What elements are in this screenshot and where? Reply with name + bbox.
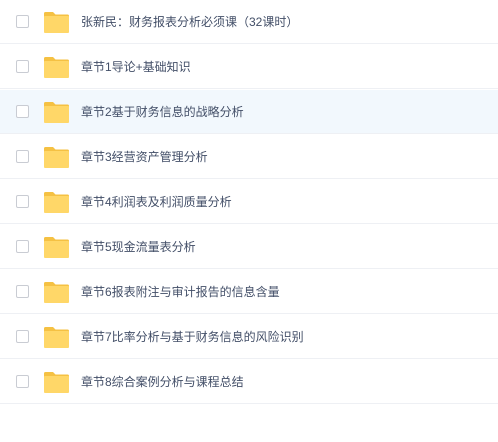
row-checkbox[interactable]: [16, 15, 29, 28]
folder-row[interactable]: 章节7比率分析与基于财务信息的风险识别: [0, 315, 498, 359]
folder-name[interactable]: 张新民：财务报表分析必须课（32课时）: [81, 0, 298, 44]
folder-row[interactable]: 章节3经营资产管理分析: [0, 135, 498, 179]
folder-name[interactable]: 章节1导论+基础知识: [81, 45, 191, 89]
folder-row[interactable]: 章节4利润表及利润质量分析: [0, 180, 498, 224]
folder-row[interactable]: 章节6报表附注与审计报告的信息含量: [0, 270, 498, 314]
folder-name[interactable]: 章节7比率分析与基于财务信息的风险识别: [81, 315, 304, 359]
row-checkbox[interactable]: [16, 240, 29, 253]
folder-icon: [44, 102, 69, 123]
folder-icon: [44, 327, 69, 348]
folder-icon: [44, 237, 69, 258]
row-checkbox[interactable]: [16, 105, 29, 118]
folder-icon: [44, 147, 69, 168]
folder-name[interactable]: 章节6报表附注与审计报告的信息含量: [81, 270, 280, 314]
folder-icon: [44, 192, 69, 213]
folder-name[interactable]: 章节5现金流量表分析: [81, 225, 196, 269]
folder-icon: [44, 57, 69, 78]
folder-row[interactable]: 章节8综合案例分析与课程总结: [0, 360, 498, 404]
row-checkbox[interactable]: [16, 150, 29, 163]
folder-icon: [44, 12, 69, 33]
folder-icon: [44, 372, 69, 393]
row-checkbox[interactable]: [16, 375, 29, 388]
folder-row[interactable]: 章节5现金流量表分析: [0, 225, 498, 269]
row-checkbox[interactable]: [16, 330, 29, 343]
folder-icon: [44, 282, 69, 303]
file-list: 张新民：财务报表分析必须课（32课时） 章节1导论+基础知识 章节2基于财务信息…: [0, 0, 498, 404]
folder-name[interactable]: 章节3经营资产管理分析: [81, 135, 208, 179]
folder-name[interactable]: 章节4利润表及利润质量分析: [81, 180, 232, 224]
row-checkbox[interactable]: [16, 285, 29, 298]
folder-row[interactable]: 章节2基于财务信息的战略分析: [0, 90, 498, 134]
row-checkbox[interactable]: [16, 60, 29, 73]
folder-row[interactable]: 张新民：财务报表分析必须课（32课时）: [0, 0, 498, 44]
folder-name[interactable]: 章节2基于财务信息的战略分析: [81, 90, 244, 134]
row-checkbox[interactable]: [16, 195, 29, 208]
folder-name[interactable]: 章节8综合案例分析与课程总结: [81, 360, 244, 404]
folder-row[interactable]: 章节1导论+基础知识: [0, 45, 498, 89]
